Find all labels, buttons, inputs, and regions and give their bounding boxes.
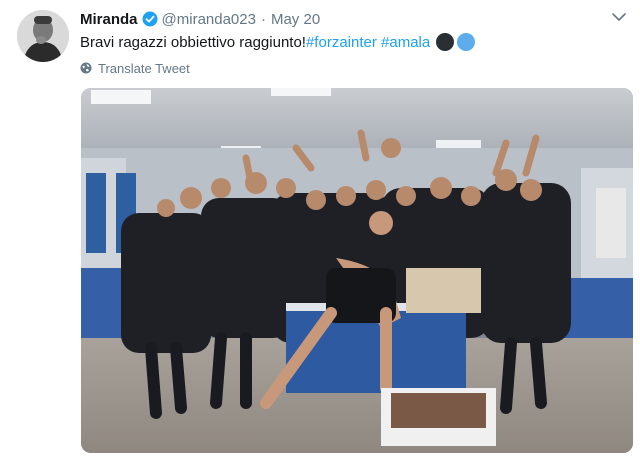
verified-badge-icon (142, 11, 158, 27)
tweet-photo[interactable] (81, 88, 633, 453)
tweet-text-plain: Bravi ragazzi obbiettivo raggiunto! (80, 33, 306, 51)
tweet: Miranda @miranda023 · May 20 Bravi ragaz… (0, 0, 640, 469)
avatar[interactable] (17, 10, 69, 62)
black-circle-emoji-icon (436, 33, 455, 51)
team-celebration-photo (81, 88, 633, 453)
tweet-text: Bravi ragazzi obbiettivo raggiunto! #for… (80, 31, 476, 53)
user-handle[interactable]: @miranda023 (162, 11, 256, 28)
display-name[interactable]: Miranda (80, 11, 138, 28)
hashtag-amala[interactable]: #amala (381, 34, 430, 51)
hashtag-forzainter[interactable]: #forzainter (306, 34, 377, 51)
tweet-date[interactable]: May 20 (271, 11, 320, 28)
tweet-header: Miranda @miranda023 · May 20 (80, 9, 320, 29)
translate-tweet-link[interactable]: Translate Tweet (80, 60, 190, 76)
globe-icon (80, 62, 92, 74)
chevron-down-icon[interactable] (610, 10, 628, 24)
avatar-image (17, 10, 69, 62)
separator-dot: · (260, 10, 266, 28)
translate-tweet-label: Translate Tweet (98, 60, 190, 76)
blue-circle-emoji-icon (457, 33, 476, 51)
